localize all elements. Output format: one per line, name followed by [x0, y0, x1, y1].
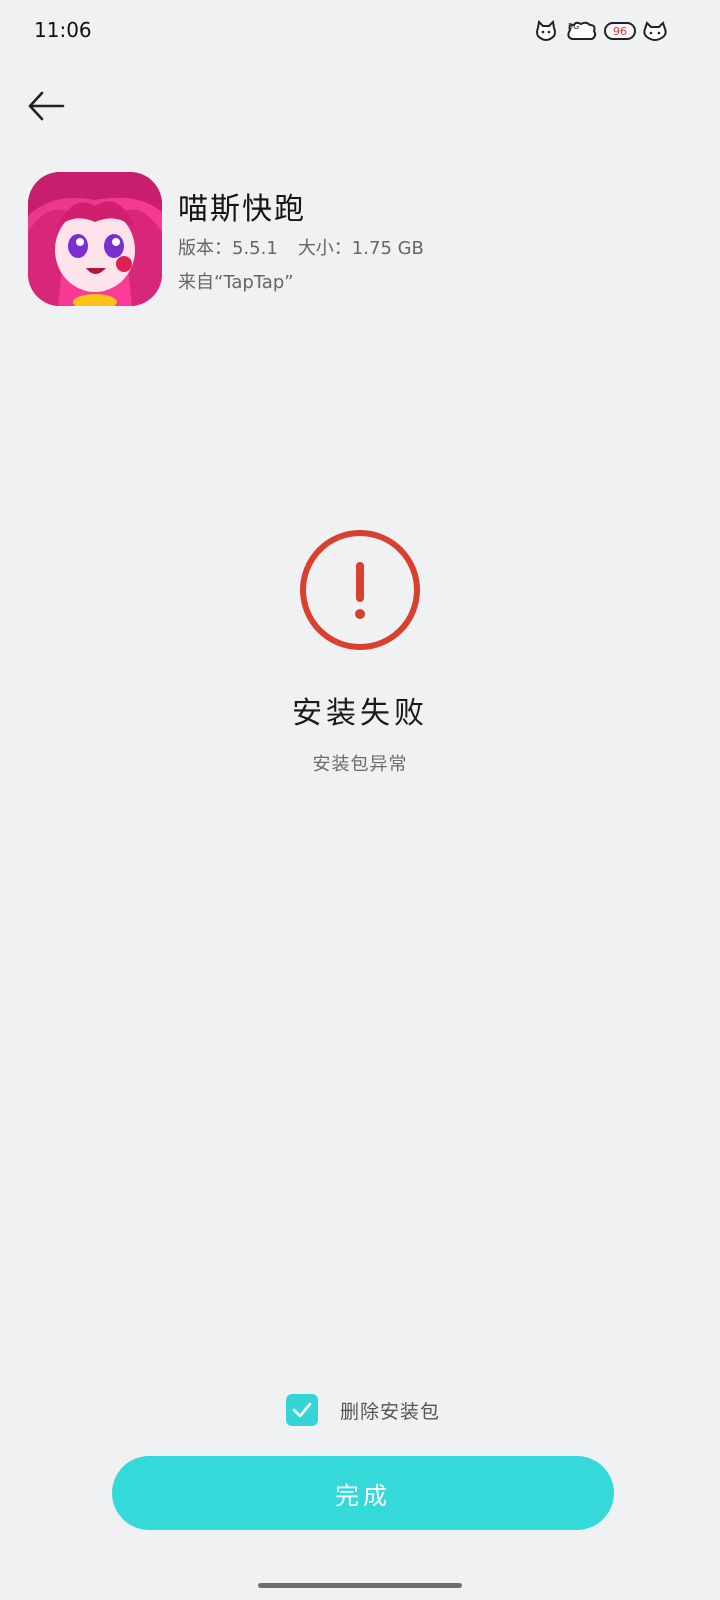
status-time: 11:06 — [34, 18, 92, 42]
back-button[interactable] — [26, 86, 66, 126]
app-icon — [28, 172, 162, 306]
result-subtitle: 安装包异常 — [312, 754, 408, 775]
app-meta: 版本：5.5.1 大小：1.75 GB — [178, 234, 424, 260]
app-source: 来自“TapTap” — [178, 272, 294, 293]
app-header: 喵斯快跑 版本：5.5.1 大小：1.75 GB 来自“TapTap” — [28, 172, 668, 308]
error-circle-icon — [298, 528, 422, 652]
app-size: 大小：1.75 GB — [297, 238, 424, 259]
status-bar: 11:06 5G 96 — [0, 0, 720, 64]
home-indicator[interactable] — [258, 1583, 462, 1588]
delete-package-option[interactable]: 删除安装包 — [286, 1394, 440, 1426]
result-title: 安装失败 — [292, 696, 428, 731]
cat-face-icon — [536, 20, 556, 42]
install-result: 安装失败 安装包异常 — [0, 528, 720, 776]
status-icons: 5G 96 — [534, 20, 668, 42]
app-name: 喵斯快跑 — [178, 192, 306, 227]
app-version: 版本：5.5.1 — [178, 238, 278, 259]
cat-wifi-icon — [643, 21, 667, 42]
done-button[interactable]: 完成 — [112, 1456, 614, 1530]
checkmark-icon — [292, 1402, 312, 1418]
delete-package-checkbox[interactable] — [286, 1394, 318, 1426]
battery-icon: 96 — [604, 22, 636, 40]
cat-cloud-signal-icon: 5G — [567, 21, 597, 40]
svg-text:5G: 5G — [568, 22, 579, 31]
arrow-left-icon — [28, 91, 65, 121]
delete-package-label: 删除安装包 — [340, 1400, 441, 1423]
